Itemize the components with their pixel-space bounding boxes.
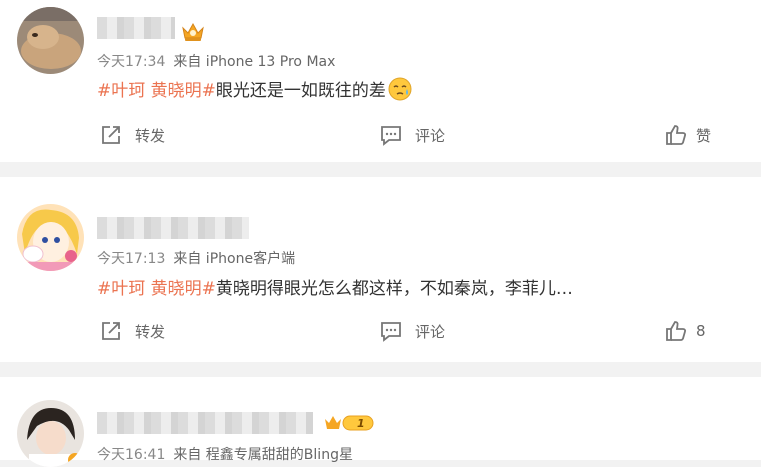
username-blurred[interactable] xyxy=(97,17,175,39)
comment-meta: 今天16:41 来自 程鑫专属甜甜的Bling星 xyxy=(97,444,353,464)
comment-card: 今天17:13 来自 iPhone客户端 #叶珂 黄晓明#黄晓明得眼光怎么都这样，… xyxy=(0,177,761,362)
share-icon xyxy=(102,322,120,340)
timestamp: 今天16:41 xyxy=(97,447,166,463)
hashtag-link[interactable]: #叶珂 黄晓明# xyxy=(97,81,216,101)
thumbs-up-icon xyxy=(666,125,687,145)
comment-actions: 转发 评论 8 xyxy=(0,320,761,344)
timestamp: 今天17:34 xyxy=(97,54,166,70)
comment-label: 评论 xyxy=(415,322,446,341)
like-button[interactable]: 赞 xyxy=(665,124,711,146)
comment-meta: 今天17:13 来自 iPhone客户端 xyxy=(97,248,295,268)
comment-actions: 转发 评论 赞 xyxy=(0,124,761,148)
hashtag-link[interactable]: #叶珂 黄晓明# xyxy=(97,279,216,299)
comment-label: 评论 xyxy=(415,126,446,145)
level-number: 1 xyxy=(357,417,365,430)
avatar[interactable] xyxy=(17,400,84,467)
comment-icon xyxy=(381,126,401,146)
comment-icon xyxy=(381,322,401,342)
post-source: 来自 iPhone客户端 xyxy=(173,251,296,267)
post-source: 来自 程鑫专属甜甜的Bling星 xyxy=(173,447,353,463)
comment-body: 眼光还是一如既往的差 xyxy=(215,81,386,101)
comment-body: 黄晓明得眼光怎么都这样，不如秦岚，李菲儿… xyxy=(215,279,573,299)
comment-text: #叶珂 黄晓明#黄晓明得眼光怎么都这样，不如秦岚，李菲儿… xyxy=(97,274,573,299)
thumbs-up-icon xyxy=(666,321,687,341)
username-blurred[interactable] xyxy=(97,412,313,434)
comment-card: 1 今天16:41 来自 程鑫专属甜甜的Bling星 xyxy=(0,377,761,467)
repost-label: 转发 xyxy=(135,126,166,145)
like-count: 8 xyxy=(696,322,706,340)
repost-button[interactable]: 转发 xyxy=(100,320,165,342)
timestamp: 今天17:13 xyxy=(97,251,166,267)
avatar[interactable] xyxy=(17,7,84,74)
crown-badge-icon xyxy=(180,20,206,42)
comment-button[interactable]: 评论 xyxy=(380,320,445,342)
level-badge-icon: 1 xyxy=(323,413,375,433)
comment-button[interactable]: 评论 xyxy=(380,124,445,146)
comment-card: 今天17:34 来自 iPhone 13 Pro Max #叶珂 黄晓明#眼光还是… xyxy=(0,0,761,162)
avatar[interactable] xyxy=(17,204,84,271)
repost-button[interactable]: 转发 xyxy=(100,124,165,146)
post-source: 来自 iPhone 13 Pro Max xyxy=(173,54,336,70)
repost-label: 转发 xyxy=(135,322,166,341)
comment-text: #叶珂 黄晓明#眼光还是一如既往的差 xyxy=(97,76,412,101)
comment-meta: 今天17:34 来自 iPhone 13 Pro Max xyxy=(97,51,335,71)
share-icon xyxy=(102,126,120,144)
crying-face-icon xyxy=(388,77,412,101)
like-button[interactable]: 8 xyxy=(665,320,706,342)
like-label: 赞 xyxy=(696,126,712,145)
username-blurred[interactable] xyxy=(97,217,249,239)
